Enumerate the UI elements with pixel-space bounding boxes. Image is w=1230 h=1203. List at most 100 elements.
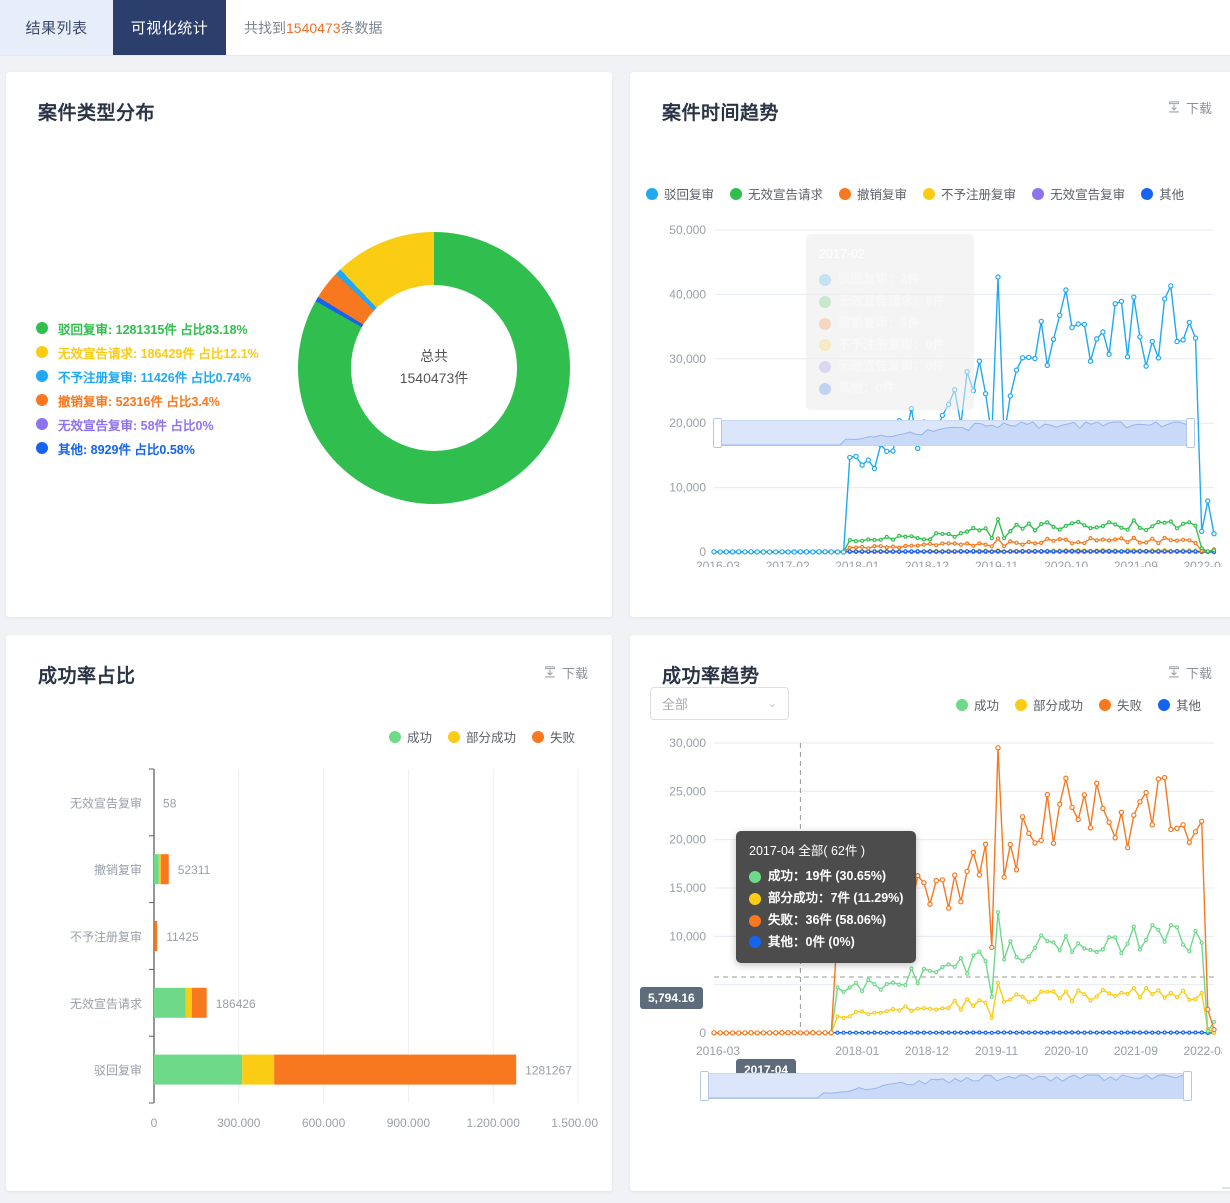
tooltip-row-label: 无效宣告复审：0件	[838, 359, 945, 374]
result-count-info: 共找到 1540473 条数据	[226, 0, 383, 55]
datazoom-handle-left[interactable]	[713, 418, 722, 448]
case-type-legend-label: 无效宣告请求: 186429件 占比12.1%	[58, 346, 259, 361]
svg-text:50,000: 50,000	[669, 223, 706, 237]
success-trend-legend-item[interactable]: 其他	[1157, 695, 1201, 714]
legend-color-dot	[447, 730, 460, 743]
time-trend-tooltip-header: 2017-02	[819, 247, 865, 261]
svg-text:900.000: 900.000	[387, 1116, 431, 1130]
svg-text:300.000: 300.000	[217, 1116, 261, 1130]
case-type-legend-item[interactable]: 撤销复审: 52316件 占比3.4%	[36, 388, 259, 412]
datazoom-handle-right[interactable]	[1183, 1071, 1192, 1101]
legend-label: 成功	[406, 731, 432, 745]
time-trend-card-title: 案件时间趋势	[662, 103, 780, 124]
svg-text:2017-02: 2017-02	[766, 559, 810, 567]
legend-label: 无效宣告复审	[1050, 188, 1126, 202]
case-type-legend-label: 驳回复审: 1281315件 占比83.18%	[58, 322, 248, 337]
legend-color-dot	[730, 187, 743, 200]
svg-text:2019-11: 2019-11	[975, 1044, 1018, 1058]
case-type-legend-label: 不予注册复审: 11426件 占比0.74%	[58, 370, 252, 385]
tooltip-row-label: 其他：0件	[838, 381, 895, 396]
svg-text:10,000: 10,000	[669, 929, 706, 943]
tooltip-color-dot	[819, 317, 831, 330]
tab-visual-statistics[interactable]: 可视化统计	[113, 0, 226, 55]
tooltip-color-dot	[819, 273, 831, 286]
legend-color-dot	[1141, 187, 1154, 200]
case-type-legend-item[interactable]: 其他: 8929件 占比0.58%	[36, 436, 259, 460]
datazoom-handle-left[interactable]	[700, 1071, 709, 1101]
time-trend-tooltip-rows: 驳回复审：2件 无效宣告请求：8件 撤销复审：6件 不予注册复审：0件 无效宣告复审：0…	[819, 269, 961, 400]
success-ratio-plot[interactable]: 0 300.000 600.000 900.000 1.200.000 1.500.000…	[22, 763, 598, 1153]
tooltip-row: 无效宣告复审：0件	[819, 356, 961, 378]
time-trend-download-button[interactable]: 下载	[1167, 98, 1212, 117]
time-trend-legend-item[interactable]: 不予注册复审	[923, 184, 1016, 203]
case-type-card-title: 案件类型分布	[38, 103, 156, 124]
case-type-legend-item[interactable]: 不予注册复审: 11426件 占比0.74%	[36, 364, 259, 388]
case-type-legend-item[interactable]: 无效宣告复审: 58件 占比0%	[36, 412, 259, 436]
legend-color-dot	[646, 187, 658, 200]
chevron-down-icon: ⌄	[767, 698, 777, 710]
tooltip-row: 成功：19件 (30.65%)	[749, 866, 903, 888]
tooltip-row: 不予注册复审：0件	[819, 335, 961, 357]
case-type-legend-item[interactable]: 无效宣告请求: 186429件 占比12.1%	[36, 340, 259, 364]
legend-color-dot	[839, 187, 852, 200]
time-trend-legend-item[interactable]: 驳回复审	[646, 184, 714, 203]
legend-label: 其他	[1159, 188, 1185, 202]
success-ratio-legend-item[interactable]: 成功	[388, 727, 432, 746]
legend-color-dot	[388, 730, 401, 743]
tooltip-row: 部分成功：7件 (11.29%)	[749, 888, 903, 910]
success-trend-download-label: 下载	[1185, 666, 1212, 681]
tooltip-row: 其他：0件	[819, 378, 961, 400]
success-trend-plot[interactable]: 0 10,000 15,000 20,000 25,000 30,000 2016-03 20…	[644, 737, 1222, 1069]
case-type-legend-item[interactable]: 驳回复审: 1281315件 占比83.18%	[36, 316, 259, 340]
success-trend-legend-item[interactable]: 成功	[955, 695, 999, 714]
svg-text:2018-01: 2018-01	[835, 1044, 879, 1058]
success-ratio-download-button[interactable]: 下载	[543, 663, 588, 682]
time-trend-legend-item[interactable]: 撤销复审	[839, 184, 907, 203]
svg-text:40,000: 40,000	[669, 287, 706, 301]
bar-segment	[154, 854, 159, 885]
tooltip-color-dot	[749, 914, 761, 927]
success-ratio-legend-item[interactable]: 失败	[531, 727, 575, 746]
legend-label: 驳回复审	[664, 188, 715, 202]
success-trend-legend-item[interactable]: 失败	[1098, 695, 1142, 714]
success-trend-download-button[interactable]: 下载	[1167, 663, 1212, 682]
time-trend-legend-item[interactable]: 其他	[1141, 184, 1184, 203]
datazoom-handle-right[interactable]	[1186, 418, 1195, 448]
success-trend-legend[interactable]: 成功 部分成功 失败 其他	[955, 695, 1210, 714]
success-ratio-legend-item[interactable]: 部分成功	[447, 727, 516, 746]
legend-color-dot	[1032, 187, 1045, 200]
tab-bar: 结果列表 可视化统计 共找到 1540473 条数据	[0, 0, 1230, 56]
svg-text:2019-11: 2019-11	[975, 559, 1018, 567]
svg-text:0: 0	[151, 1116, 158, 1130]
tab-results-list[interactable]: 结果列表	[0, 0, 113, 55]
case-time-trend-card: 案件时间趋势 下载 驳回复审 无效宣告请求 撤销复审 不予注册复审 无效宣告复审 其他 0…	[630, 72, 1230, 617]
success-trend-datazoom[interactable]	[700, 1071, 1192, 1101]
svg-text:2018-12: 2018-12	[905, 1044, 949, 1058]
success-trend-legend-item[interactable]: 部分成功	[1014, 695, 1083, 714]
svg-text:600.000: 600.000	[302, 1116, 346, 1130]
tooltip-color-dot	[819, 295, 831, 308]
success-trend-tooltip-rows: 成功：19件 (30.65%) 部分成功：7件 (11.29%) 失败：36件 (5…	[749, 866, 903, 954]
tooltip-row-label: 驳回复审：2件	[838, 271, 920, 286]
success-ratio-legend[interactable]: 成功 部分成功 失败	[388, 727, 584, 746]
time-trend-legend-item[interactable]: 无效宣告请求	[730, 184, 823, 203]
svg-text:10,000: 10,000	[669, 481, 706, 495]
download-icon	[1169, 665, 1179, 677]
svg-text:0: 0	[699, 1026, 706, 1040]
time-trend-legend-item[interactable]: 无效宣告复审	[1032, 184, 1125, 203]
legend-label: 无效宣告请求	[748, 188, 824, 202]
case-type-donut-chart[interactable]: 总共 1540473件	[298, 232, 570, 504]
svg-text:30,000: 30,000	[669, 352, 706, 366]
time-trend-legend[interactable]: 驳回复审 无效宣告请求 撤销复审 不予注册复审 无效宣告复审 其他	[646, 184, 1230, 203]
success-trend-filter-select[interactable]: 全部 ⌄	[650, 687, 789, 720]
legend-label: 失败	[1116, 699, 1142, 713]
legend-label: 部分成功	[1032, 699, 1083, 713]
case-type-legend[interactable]: 驳回复审: 1281315件 占比83.18% 无效宣告请求: 186429件 占…	[36, 316, 259, 460]
resize-handle[interactable]	[1222, 1177, 1230, 1189]
tooltip-color-dot	[749, 936, 761, 949]
svg-text:2022-08: 2022-08	[1183, 1044, 1222, 1058]
svg-text:20,000: 20,000	[669, 416, 706, 430]
time-trend-datazoom[interactable]	[713, 418, 1195, 448]
svg-text:2018-01: 2018-01	[835, 559, 879, 567]
tooltip-color-dot	[819, 361, 831, 374]
